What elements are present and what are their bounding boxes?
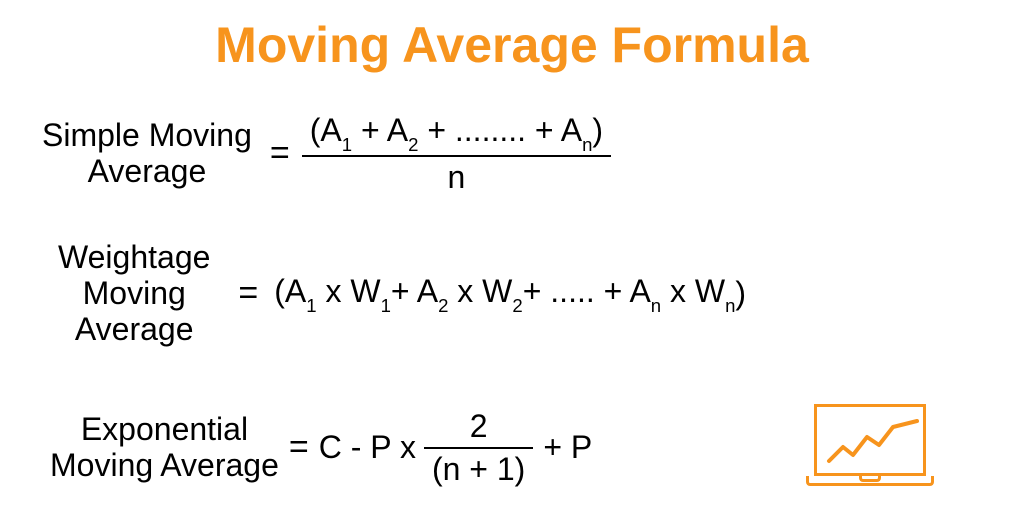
sma-formula: (A1 + A2 + ........ + An) n <box>306 112 607 196</box>
laptop-base <box>806 476 934 486</box>
ema-label-l1: Exponential <box>81 411 248 447</box>
ema-formula: C - P x 2 (n + 1) + P <box>319 408 593 488</box>
wma-label: Weightage Moving Average <box>58 240 210 347</box>
ema-den: (n + 1) <box>424 447 533 488</box>
ema-label: Exponential Moving Average <box>50 412 279 484</box>
ema-lhs: C - P x <box>319 429 416 466</box>
sma-equals: = <box>270 134 290 173</box>
sma-row: Simple Moving Average = (A1 + A2 + .....… <box>42 112 607 196</box>
ema-num: 2 <box>466 408 492 447</box>
sma-denominator: n <box>302 155 611 196</box>
wma-equals: = <box>238 274 258 313</box>
laptop-screen <box>814 404 926 476</box>
sma-label-l2: Average <box>88 153 207 189</box>
ema-fraction: 2 (n + 1) <box>428 408 529 488</box>
ema-rhs: + P <box>543 429 592 466</box>
sma-fraction: (A1 + A2 + ........ + An) n <box>306 112 607 196</box>
wma-label-l3: Average <box>75 311 194 347</box>
sma-label-l1: Simple Moving <box>42 117 252 153</box>
sma-label: Simple Moving Average <box>42 118 252 190</box>
page: Moving Average Formula Simple Moving Ave… <box>0 0 1024 526</box>
ema-label-l2: Moving Average <box>50 447 279 483</box>
trend-line-icon <box>825 413 925 471</box>
sma-numerator: (A1 + A2 + ........ + An) <box>306 112 607 155</box>
wma-label-l2: Moving <box>83 275 186 311</box>
ema-row: Exponential Moving Average = C - P x 2 (… <box>50 408 592 488</box>
wma-row: Weightage Moving Average = (A1 x W1 + A2… <box>58 240 746 347</box>
wma-label-l1: Weightage <box>58 239 210 275</box>
ema-equals: = <box>289 428 309 467</box>
laptop-chart-icon <box>806 404 934 494</box>
wma-formula: (A1 x W1 + A2 x W2 + ..... + An x Wn) <box>274 273 746 314</box>
page-title: Moving Average Formula <box>0 16 1024 74</box>
